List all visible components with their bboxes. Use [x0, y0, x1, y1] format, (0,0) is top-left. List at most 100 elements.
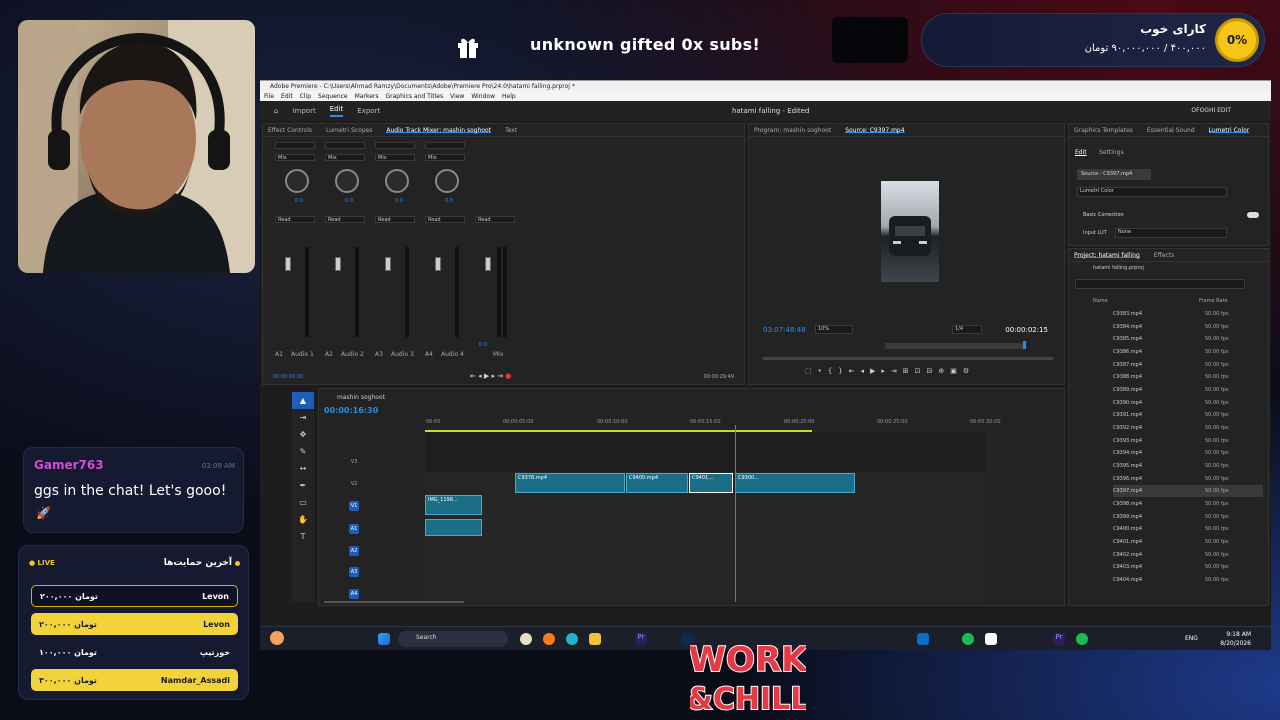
- channel-mode[interactable]: Mix: [275, 154, 315, 161]
- zoom-select[interactable]: 10%: [815, 325, 853, 334]
- file-row[interactable]: C9385.mp4 50.00 fps: [1113, 333, 1263, 345]
- file-row[interactable]: C9387.mp4 50.00 fps: [1113, 359, 1263, 371]
- lumetri-select[interactable]: Lumetri Color: [1077, 187, 1227, 197]
- track-v1[interactable]: V1: [349, 501, 359, 511]
- channel-mode[interactable]: Mix: [425, 154, 465, 161]
- source-timecode[interactable]: 03:07:48:48: [763, 326, 806, 334]
- pan-knob[interactable]: [435, 169, 459, 193]
- premiere-icon[interactable]: Pr: [635, 633, 647, 645]
- file-row[interactable]: C9400.mp4 50.00 fps: [1113, 523, 1263, 535]
- automation-mode[interactable]: Read: [325, 216, 365, 223]
- channel-dropdown[interactable]: [325, 142, 365, 149]
- track-v2[interactable]: V2: [349, 479, 359, 489]
- channel-dropdown[interactable]: [275, 142, 315, 149]
- tab-effect-controls[interactable]: Effect Controls: [268, 127, 312, 134]
- tab-edit[interactable]: Edit: [329, 105, 344, 117]
- menu-edit[interactable]: Edit: [281, 93, 293, 100]
- volume-fader[interactable]: [435, 257, 441, 271]
- file-row[interactable]: C9399.mp4 50.00 fps: [1113, 511, 1263, 523]
- rectangle-icon[interactable]: ▭: [292, 494, 314, 511]
- video-clip[interactable]: C9400.mp4: [626, 473, 688, 493]
- sequence-name[interactable]: mashin soghoot: [337, 394, 385, 401]
- linkedin-icon[interactable]: [917, 633, 929, 645]
- taskbar-clock[interactable]: 9:18 AM 8/20/2026: [1220, 630, 1251, 648]
- tab-text[interactable]: Text: [505, 127, 517, 134]
- pan-knob[interactable]: [385, 169, 409, 193]
- track-a3[interactable]: A3: [349, 567, 359, 577]
- project-search[interactable]: [1075, 279, 1245, 289]
- firefox-icon[interactable]: [543, 633, 555, 645]
- channel-mode[interactable]: Mix: [325, 154, 365, 161]
- notion-icon[interactable]: [985, 633, 997, 645]
- tab-graphics-templates[interactable]: Graphics Templates: [1074, 127, 1133, 134]
- master-fader[interactable]: [485, 257, 491, 271]
- menu-markers[interactable]: Markers: [355, 93, 379, 100]
- hand-icon[interactable]: ✋: [292, 511, 314, 528]
- edge-icon[interactable]: [566, 633, 578, 645]
- timeline-timecode[interactable]: 00:00:16:30: [324, 406, 378, 415]
- menu-view[interactable]: View: [450, 93, 464, 100]
- automation-mode[interactable]: Read: [425, 216, 465, 223]
- basic-correction[interactable]: Basic Correction: [1083, 212, 1124, 218]
- file-row[interactable]: C9386.mp4 50.00 fps: [1113, 346, 1263, 358]
- volume-fader[interactable]: [385, 257, 391, 271]
- file-row[interactable]: C9384.mp4 50.00 fps: [1113, 321, 1263, 333]
- track-a4[interactable]: A4: [349, 589, 359, 599]
- subtab-edit[interactable]: Edit: [1075, 149, 1087, 156]
- widgets-icon[interactable]: [270, 631, 284, 645]
- transport-controls[interactable]: ⇤ ◂ ▶ ▸ ⇥ ●: [470, 372, 511, 380]
- spotify-icon[interactable]: [962, 633, 974, 645]
- menu-window[interactable]: Window: [471, 93, 495, 100]
- file-row[interactable]: C9398.mp4 50.00 fps: [1113, 498, 1263, 510]
- timeline-scrollbar[interactable]: [324, 601, 464, 603]
- channel-dropdown[interactable]: [425, 142, 465, 149]
- file-row[interactable]: C9402.mp4 50.00 fps: [1113, 549, 1263, 561]
- file-row[interactable]: C9390.mp4 50.00 fps: [1113, 397, 1263, 409]
- tab-audio-mixer[interactable]: Audio Track Mixer: mashin soghoot: [386, 127, 492, 134]
- file-row[interactable]: C9389.mp4 50.00 fps: [1113, 384, 1263, 396]
- tab-effects[interactable]: Effects: [1154, 252, 1174, 259]
- track-v3[interactable]: V3: [349, 457, 359, 467]
- file-row[interactable]: C9403.mp4 50.00 fps: [1113, 561, 1263, 573]
- track-a1[interactable]: A1: [349, 524, 359, 534]
- automation-mode[interactable]: Read: [275, 216, 315, 223]
- pan-knob[interactable]: [335, 169, 359, 193]
- type-tool-icon[interactable]: T: [292, 528, 314, 545]
- column-frame-rate[interactable]: Frame Rate: [1199, 298, 1228, 304]
- column-name[interactable]: Name: [1093, 298, 1108, 304]
- file-row-selected[interactable]: C9397.mp4 50.00 fps: [1113, 485, 1263, 497]
- track-select-icon[interactable]: ⇥: [292, 409, 314, 426]
- playhead[interactable]: [1023, 341, 1026, 349]
- file-row[interactable]: C9383.mp4 50.00 fps: [1113, 308, 1263, 320]
- tab-import[interactable]: Import: [292, 107, 315, 115]
- ripple-edit-icon[interactable]: ✥: [292, 426, 314, 443]
- automation-mode[interactable]: Read: [375, 216, 415, 223]
- channel-dropdown[interactable]: [375, 142, 415, 149]
- slip-icon[interactable]: ↔: [292, 460, 314, 477]
- timeline-playhead[interactable]: [735, 425, 736, 602]
- monitor-controls[interactable]: ⬚•{}⇤◂▶▸⇥⊞⊡⊟⊕▣⚙: [805, 367, 975, 375]
- video-clip[interactable]: C9378.mp4: [515, 473, 625, 493]
- taskbar-search[interactable]: Search: [398, 631, 508, 647]
- tab-source[interactable]: Source: C9397.mp4: [845, 127, 905, 134]
- menu-sequence[interactable]: Sequence: [318, 93, 348, 100]
- source-selector[interactable]: Source - C9397.mp4: [1077, 169, 1151, 180]
- file-row[interactable]: C9388.mp4 50.00 fps: [1113, 371, 1263, 383]
- video-clip[interactable]: C9300...: [735, 473, 855, 493]
- video-clip[interactable]: IMG_1198...: [425, 495, 482, 515]
- file-row[interactable]: C9394.mp4 50.00 fps: [1113, 447, 1263, 459]
- file-row[interactable]: C9396.mp4 50.00 fps: [1113, 473, 1263, 485]
- subtab-settings[interactable]: Settings: [1099, 149, 1124, 156]
- razor-icon[interactable]: ✎: [292, 443, 314, 460]
- workspace-label[interactable]: OFOGHI EDIT: [1191, 107, 1231, 114]
- file-row[interactable]: C9404.mp4 50.00 fps: [1113, 574, 1263, 586]
- video-clip[interactable]: C9401...: [689, 473, 733, 493]
- tab-lumetri-color[interactable]: Lumetri Color: [1208, 127, 1250, 134]
- automation-mode[interactable]: Read: [475, 216, 515, 223]
- menu-file[interactable]: File: [264, 93, 274, 100]
- menu-graphics[interactable]: Graphics and Titles: [386, 93, 444, 100]
- chrome-icon[interactable]: [520, 633, 532, 645]
- menu-clip[interactable]: Clip: [300, 93, 311, 100]
- tab-program[interactable]: Program: mashin soghoot: [754, 127, 831, 134]
- home-icon[interactable]: ⌂: [274, 107, 278, 115]
